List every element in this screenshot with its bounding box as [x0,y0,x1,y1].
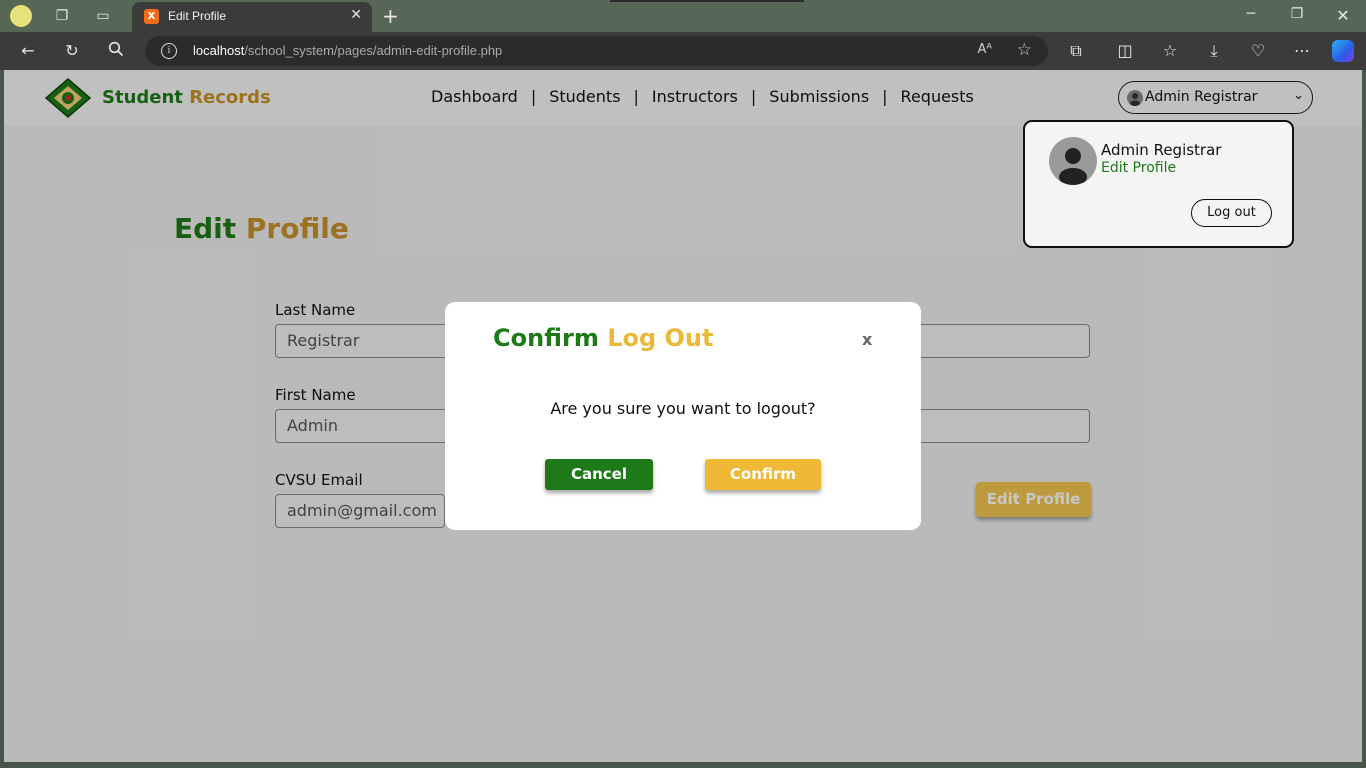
xampp-favicon-icon: X [144,9,159,24]
tab-title: Edit Profile [168,9,227,23]
browser-toolbar: ← ↻ i localhost/school_system/pages/admi… [0,32,1366,70]
copilot-icon[interactable] [1332,40,1354,62]
site-info-icon[interactable]: i [161,43,177,59]
user-name: Admin Registrar [1101,141,1222,159]
confirm-button[interactable]: Confirm [705,459,821,490]
favorite-star-icon[interactable]: ☆ [1017,40,1032,60]
refresh-icon[interactable]: ↻ [62,41,82,61]
confirm-logout-modal: Confirm Log Out x Are you sure you want … [445,302,921,530]
browser-tab-bar: ❐ ▭ X Edit Profile ✕ + ─ ❐ ✕ [0,0,1366,32]
page-viewport: Student Records Dashboard | Students | I… [4,70,1362,762]
modal-title: Confirm Log Out [493,324,714,352]
downloads-icon[interactable]: ⤓ [1204,41,1224,61]
new-tab-button[interactable]: + [382,4,399,28]
modal-close-button[interactable]: x [862,330,872,349]
workspaces-icon[interactable]: ❐ [52,6,72,26]
back-icon[interactable]: ← [18,41,38,61]
cancel-button[interactable]: Cancel [545,459,653,490]
favorites-icon[interactable]: ☆ [1160,41,1180,61]
tab-actions-icon[interactable]: ▭ [93,6,113,26]
restore-icon[interactable]: ❐ [1287,6,1307,22]
minimize-icon[interactable]: ─ [1241,6,1261,22]
profile-avatar-icon [1049,137,1097,185]
read-aloud-icon[interactable]: Aᴬ [978,42,993,57]
tab-close-icon[interactable]: ✕ [350,7,362,23]
search-icon[interactable] [106,41,126,61]
modal-message: Are you sure you want to logout? [550,399,816,418]
browser-essentials-icon[interactable]: ♡ [1248,41,1268,61]
more-options-icon[interactable]: ⋯ [1292,41,1312,61]
extensions-icon[interactable]: ⧉ [1066,41,1086,61]
window-edge-line [610,0,804,2]
user-dropdown-panel: Admin Registrar Edit Profile Log out [1023,120,1294,248]
url-text[interactable]: localhost/school_system/pages/admin-edit… [193,43,502,58]
address-bar[interactable]: i localhost/school_system/pages/admin-ed… [145,36,1048,66]
tab-edit-profile[interactable]: X Edit Profile ✕ [132,2,372,32]
edit-profile-link[interactable]: Edit Profile [1101,160,1176,176]
split-screen-icon[interactable]: ◫ [1115,41,1135,61]
logout-button[interactable]: Log out [1191,199,1272,227]
profile-avatar-icon[interactable] [10,5,32,27]
window-bottom-edge [0,762,1366,768]
window-close-icon[interactable]: ✕ [1333,6,1353,25]
